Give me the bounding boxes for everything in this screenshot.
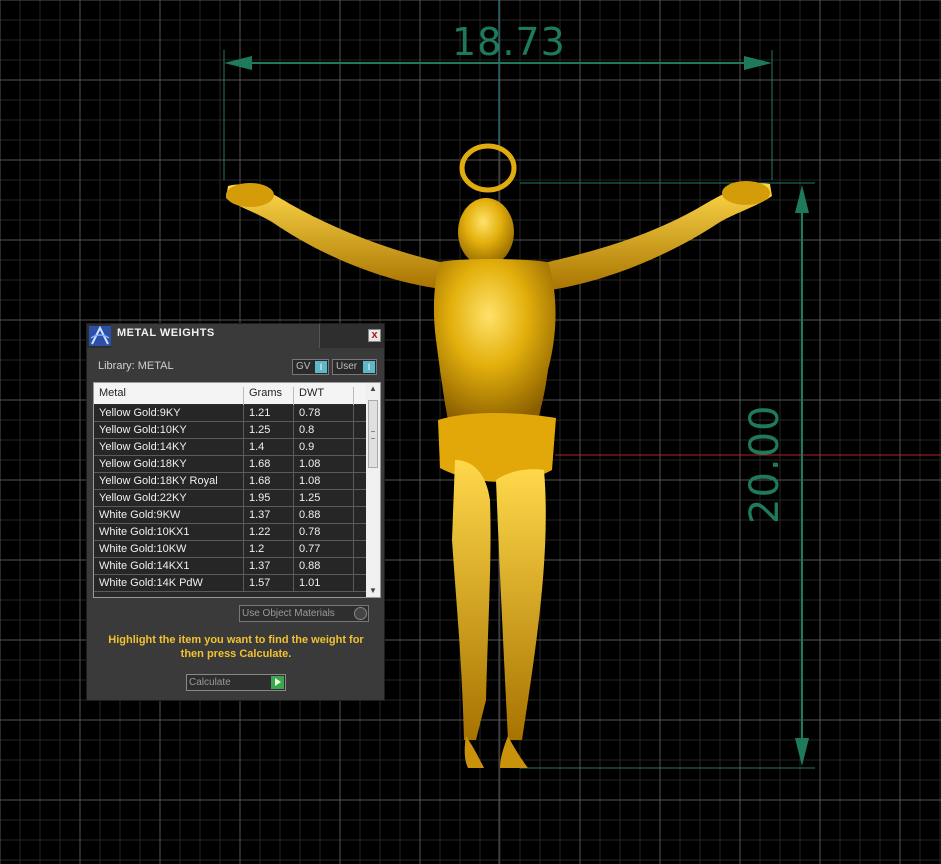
instruction-text: Highlight the item you want to find the …: [108, 634, 364, 660]
cell-dwt: 0.8: [299, 424, 315, 436]
table-rows: Yellow Gold:9KY 1.21 0.78 Yellow Gold:10KY 1…: [94, 405, 366, 592]
cell-dwt: 1.25: [299, 492, 321, 504]
dropdown-arrow-icon: I: [363, 361, 375, 373]
table-row[interactable]: White Gold:10KW 1.2 0.77: [94, 541, 366, 558]
calculate-label: Calculate: [189, 677, 231, 688]
scroll-down-icon[interactable]: ▼: [366, 585, 380, 597]
cell-grams: 1.2: [249, 543, 265, 555]
use-object-materials-toggle[interactable]: Use Object Materials: [239, 605, 369, 622]
cell-grams: 1.4: [249, 441, 265, 453]
column-header-metal[interactable]: Metal: [99, 387, 126, 399]
cell-grams: 1.22: [249, 526, 271, 538]
table-row[interactable]: White Gold:10KX1 1.22 0.78: [94, 524, 366, 541]
cell-dwt: 1.08: [299, 475, 321, 487]
cell-metal: Yellow Gold:9KY: [99, 407, 181, 419]
dimension-vertical-value: 20.00: [742, 404, 788, 524]
cell-metal: Yellow Gold:14KY: [99, 441, 187, 453]
use-object-materials-label: Use Object Materials: [242, 608, 335, 619]
play-arrow-icon: [271, 676, 284, 689]
cell-metal: Yellow Gold:10KY: [99, 424, 187, 436]
cell-metal: Yellow Gold:22KY: [99, 492, 187, 504]
column-header-grams[interactable]: Grams: [249, 387, 282, 399]
cell-grams: 1.95: [249, 492, 271, 504]
scroll-up-icon[interactable]: ▲: [366, 383, 380, 395]
cell-dwt: 0.78: [299, 407, 321, 419]
cell-dwt: 0.88: [299, 509, 321, 521]
cell-dwt: 1.08: [299, 458, 321, 470]
table-header: Metal Grams DWT: [94, 383, 366, 408]
cell-metal: White Gold:14KX1: [99, 560, 190, 572]
cell-grams: 1.21: [249, 407, 271, 419]
close-button[interactable]: x: [368, 329, 381, 342]
panel-title: METAL WEIGHTS: [117, 327, 215, 339]
table-row[interactable]: White Gold:14KX1 1.37 0.88: [94, 558, 366, 575]
cell-grams: 1.68: [249, 458, 271, 470]
cell-dwt: 0.78: [299, 526, 321, 538]
toggle-icon: [354, 607, 367, 620]
panel-title-tab: METAL WEIGHTS: [111, 324, 320, 348]
table-row[interactable]: Yellow Gold:22KY 1.95 1.25: [94, 490, 366, 507]
table-scrollbar[interactable]: ▲ ▼: [366, 383, 380, 597]
column-header-dwt[interactable]: DWT: [299, 387, 324, 399]
panel-titlebar[interactable]: METAL WEIGHTS x: [87, 324, 384, 348]
cell-grams: 1.37: [249, 509, 271, 521]
dimension-vertical-label: 20.00: [742, 332, 788, 524]
cell-dwt: 0.77: [299, 543, 321, 555]
app-logo-icon: [89, 326, 111, 346]
table-row[interactable]: Yellow Gold:14KY 1.4 0.9: [94, 439, 366, 456]
table-row[interactable]: Yellow Gold:18KY 1.68 1.08: [94, 456, 366, 473]
user-dropdown-label: User: [336, 361, 358, 372]
table-row[interactable]: Yellow Gold:10KY 1.25 0.8: [94, 422, 366, 439]
cell-metal: White Gold:14K PdW: [99, 577, 203, 589]
calculate-button[interactable]: Calculate: [186, 674, 286, 691]
table-row[interactable]: Yellow Gold:18KY Royal 1.68 1.08: [94, 473, 366, 490]
table-row[interactable]: Yellow Gold:9KY 1.21 0.78: [94, 405, 366, 422]
cell-grams: 1.57: [249, 577, 271, 589]
cell-metal: White Gold:10KX1: [99, 526, 190, 538]
metal-table[interactable]: Metal Grams DWT Yellow Gold:9KY 1.21 0.78 Y…: [93, 382, 381, 598]
cell-metal: Yellow Gold:18KY: [99, 458, 187, 470]
cell-metal: Yellow Gold:18KY Royal: [99, 475, 218, 487]
scroll-thumb[interactable]: [368, 400, 378, 468]
gv-dropdown[interactable]: GV I: [292, 359, 329, 375]
dimension-horizontal-label: 18.73: [452, 20, 566, 64]
gv-dropdown-label: GV: [296, 361, 311, 372]
cell-grams: 1.37: [249, 560, 271, 572]
table-row[interactable]: White Gold:14K PdW 1.57 1.01: [94, 575, 366, 592]
cell-grams: 1.25: [249, 424, 271, 436]
user-dropdown[interactable]: User I: [332, 359, 377, 375]
library-label: Library: METAL: [98, 360, 174, 372]
cell-metal: White Gold:9KW: [99, 509, 181, 521]
cell-dwt: 0.88: [299, 560, 321, 572]
cell-metal: White Gold:10KW: [99, 543, 187, 555]
cell-dwt: 1.01: [299, 577, 321, 589]
table-row[interactable]: White Gold:9KW 1.37 0.88: [94, 507, 366, 524]
dropdown-arrow-icon: I: [315, 361, 327, 373]
cell-dwt: 0.9: [299, 441, 315, 453]
metal-weights-panel: METAL WEIGHTS x Library: METAL GV I User…: [86, 323, 385, 701]
cell-grams: 1.68: [249, 475, 271, 487]
